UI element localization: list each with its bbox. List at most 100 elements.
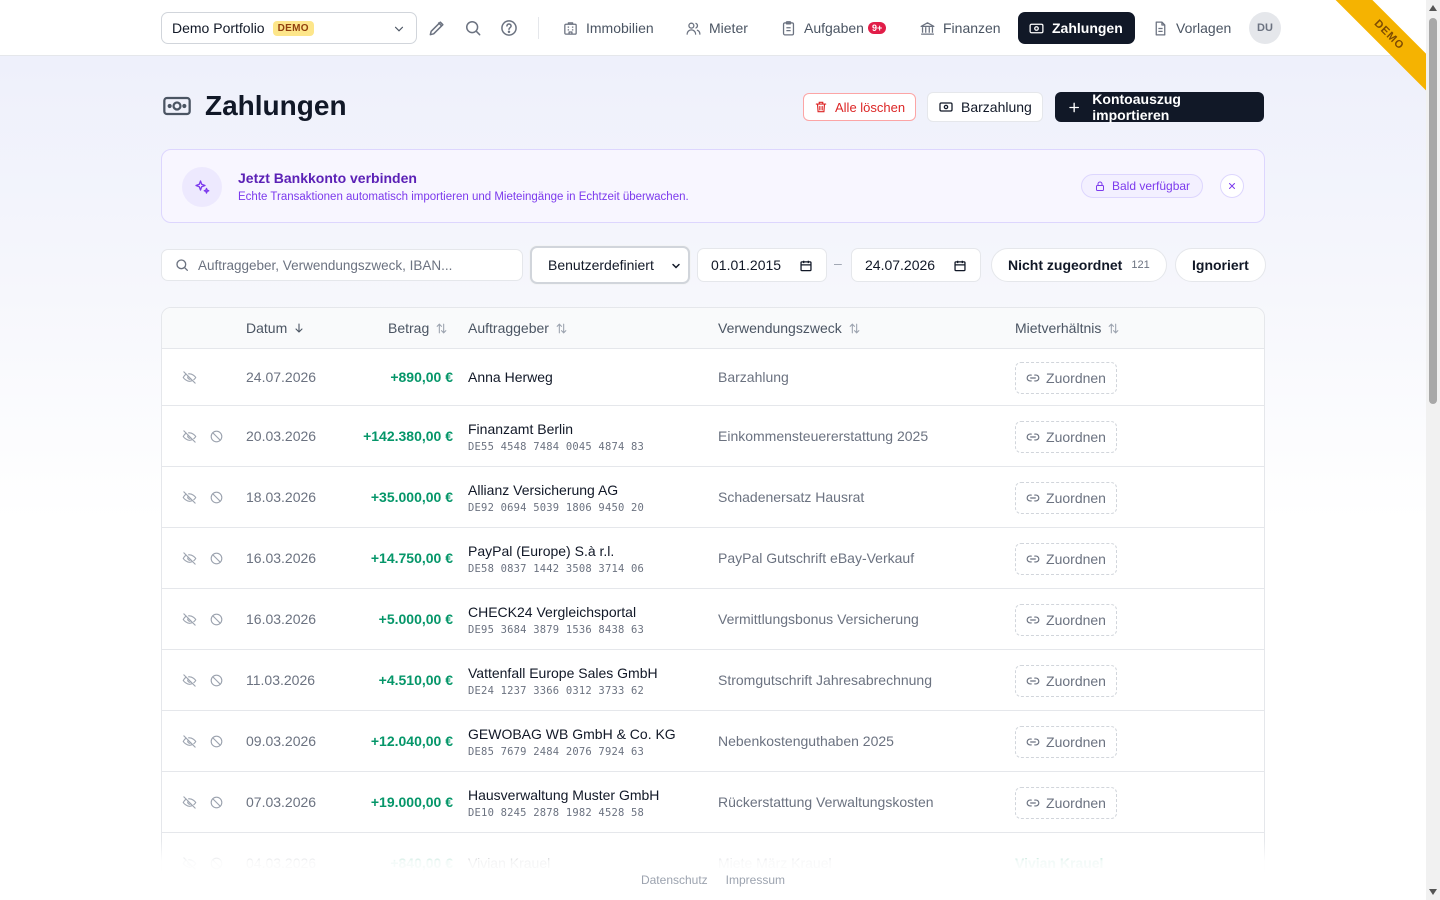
coming-soon-pill: Bald verfügbar: [1081, 174, 1204, 198]
ignore-icon[interactable]: [209, 490, 224, 510]
column-tenancy[interactable]: Mietverhältnis: [1015, 320, 1120, 336]
hide-icon[interactable]: [182, 612, 197, 632]
row-amount: +890,00 €: [390, 369, 453, 385]
row-purpose: Einkommensteuererstattung 2025: [718, 428, 929, 444]
table-row[interactable]: 24.07.2026 +890,00 € Anna Herweg Barzahlung…: [162, 349, 1264, 406]
scroll-thumb[interactable]: [1429, 18, 1437, 404]
nav-mieter[interactable]: Mieter: [675, 12, 758, 44]
hide-icon[interactable]: [182, 490, 197, 510]
users-icon: [686, 22, 701, 35]
date-to-input[interactable]: 24.07.2026: [851, 248, 981, 282]
banknote-icon: [1029, 23, 1044, 33]
row-purpose: Barzahlung: [718, 369, 789, 385]
page-scrollbar[interactable]: [1426, 0, 1440, 900]
row-purpose: Schadenersatz Hausrat: [718, 489, 865, 505]
assign-label: Zuordnen: [1046, 429, 1106, 445]
assign-button[interactable]: Zuordnen: [1015, 543, 1117, 575]
sort-icon: [1109, 322, 1119, 334]
banner-close-button[interactable]: [1220, 174, 1244, 198]
column-payer[interactable]: Auftraggeber: [468, 320, 568, 336]
search-icon[interactable]: [463, 18, 483, 38]
hide-icon[interactable]: [182, 734, 197, 754]
ignore-icon[interactable]: [209, 429, 224, 449]
row-purpose: Stromgutschrift Jahresabrechnung: [718, 672, 932, 688]
nav-label: Immobilien: [586, 20, 654, 36]
row-iban: DE55 4548 7484 0045 4874 83: [468, 441, 645, 453]
hide-icon[interactable]: [182, 429, 197, 449]
banner-title: Jetzt Bankkonto verbinden: [238, 170, 417, 186]
ignore-icon[interactable]: [209, 795, 224, 815]
search-input[interactable]: [198, 257, 508, 273]
import-statement-label: Kontoauszug importieren: [1092, 91, 1181, 123]
demo-ribbon: DEMO: [1316, 0, 1426, 110]
hide-icon[interactable]: [182, 551, 197, 571]
scroll-up-arrow[interactable]: [1429, 5, 1437, 11]
assign-button[interactable]: Zuordnen: [1015, 604, 1117, 636]
hide-icon[interactable]: [182, 795, 197, 815]
link-icon: [1026, 613, 1040, 627]
assign-button[interactable]: Zuordnen: [1015, 726, 1117, 758]
row-payer: CHECK24 Vergleichsportal: [468, 604, 637, 620]
row-date: 09.03.2026: [246, 733, 317, 749]
table-row[interactable]: 20.03.2026 +142.380,00 € Finanzamt Berlin D…: [162, 406, 1264, 467]
ignore-icon[interactable]: [209, 734, 224, 754]
cash-payment-button[interactable]: Barzahlung: [927, 92, 1043, 122]
row-date: 20.03.2026: [246, 428, 317, 444]
column-amount[interactable]: Betrag: [388, 320, 448, 336]
import-statement-button[interactable]: Kontoauszug importieren: [1055, 91, 1264, 123]
nav-immobilien[interactable]: Immobilien: [552, 12, 664, 44]
table-row[interactable]: 07.03.2026 +19.000,00 € Hausverwaltung Mus…: [162, 772, 1264, 833]
ignore-icon[interactable]: [209, 673, 224, 693]
table-row[interactable]: 18.03.2026 +35.000,00 € Allianz Versicheru…: [162, 467, 1264, 528]
assign-button[interactable]: Zuordnen: [1015, 421, 1117, 453]
assign-button[interactable]: Zuordnen: [1015, 787, 1117, 819]
assign-button[interactable]: Zuordnen: [1015, 665, 1117, 697]
help-icon[interactable]: [499, 18, 519, 38]
table-row[interactable]: 11.03.2026 +4.510,00 € Vattenfall Europe S…: [162, 650, 1264, 711]
imprint-link[interactable]: Impressum: [726, 873, 785, 887]
user-avatar[interactable]: DU: [1249, 12, 1281, 44]
date-range-select[interactable]: Benutzerdefiniert: [530, 246, 690, 284]
header-separator: [538, 17, 539, 39]
lock-icon: [1096, 181, 1104, 191]
nav-finanzen[interactable]: Finanzen: [909, 12, 1011, 44]
delete-all-button[interactable]: Alle löschen: [803, 93, 917, 121]
filter-ignored-chip[interactable]: Ignoriert: [1175, 248, 1266, 282]
table-row[interactable]: 16.03.2026 +14.750,00 € PayPal (Europe) S.…: [162, 528, 1264, 589]
row-iban: DE92 0694 5039 1806 9450 20: [468, 502, 645, 514]
nav-vorlagen[interactable]: Vorlagen: [1142, 12, 1241, 44]
table-row[interactable]: 16.03.2026 +5.000,00 € CHECK24 Vergleichsp…: [162, 589, 1264, 650]
hide-icon[interactable]: [182, 673, 197, 693]
ignore-icon[interactable]: [209, 551, 224, 571]
date-from-input[interactable]: 01.01.2015: [697, 248, 827, 282]
nav-zahlungen[interactable]: Zahlungen: [1018, 12, 1135, 44]
table-row[interactable]: 09.03.2026 +12.040,00 € GEWOBAG WB GmbH & …: [162, 711, 1264, 772]
link-icon: [1026, 430, 1040, 444]
assign-label: Zuordnen: [1046, 370, 1106, 386]
nav-aufgaben[interactable]: Aufgaben 9+: [770, 12, 896, 44]
footer: Datenschutz Impressum: [0, 873, 1426, 887]
edit-pencil-icon[interactable]: [427, 18, 447, 38]
hide-icon[interactable]: [182, 370, 197, 390]
column-date[interactable]: Datum: [246, 320, 305, 336]
row-iban: DE85 7679 2484 2076 7924 63: [468, 746, 645, 758]
link-icon: [1026, 735, 1040, 749]
filter-unassigned-chip[interactable]: Nicht zugeordnet 121: [991, 248, 1167, 282]
calendar-icon: [800, 260, 812, 272]
row-amount: +12.040,00 €: [370, 733, 453, 749]
scroll-down-arrow[interactable]: [1429, 889, 1437, 895]
column-purpose[interactable]: Verwendungszweck: [718, 320, 861, 336]
privacy-link[interactable]: Datenschutz: [641, 873, 708, 887]
assign-label: Zuordnen: [1046, 490, 1106, 506]
trash-icon: [815, 101, 827, 113]
date-range-separator: –: [834, 255, 842, 271]
row-date: 16.03.2026: [246, 550, 317, 566]
ignore-icon[interactable]: [209, 612, 224, 632]
portfolio-name: Demo Portfolio: [172, 20, 265, 36]
portfolio-select[interactable]: Demo Portfolio DEMO: [161, 12, 417, 44]
row-purpose: Rückerstattung Verwaltungskosten: [718, 794, 934, 810]
row-payer: Hausverwaltung Muster GmbH: [468, 787, 660, 803]
assign-button[interactable]: Zuordnen: [1015, 362, 1117, 394]
assign-button[interactable]: Zuordnen: [1015, 482, 1117, 514]
bottom-fade: [0, 840, 1426, 900]
